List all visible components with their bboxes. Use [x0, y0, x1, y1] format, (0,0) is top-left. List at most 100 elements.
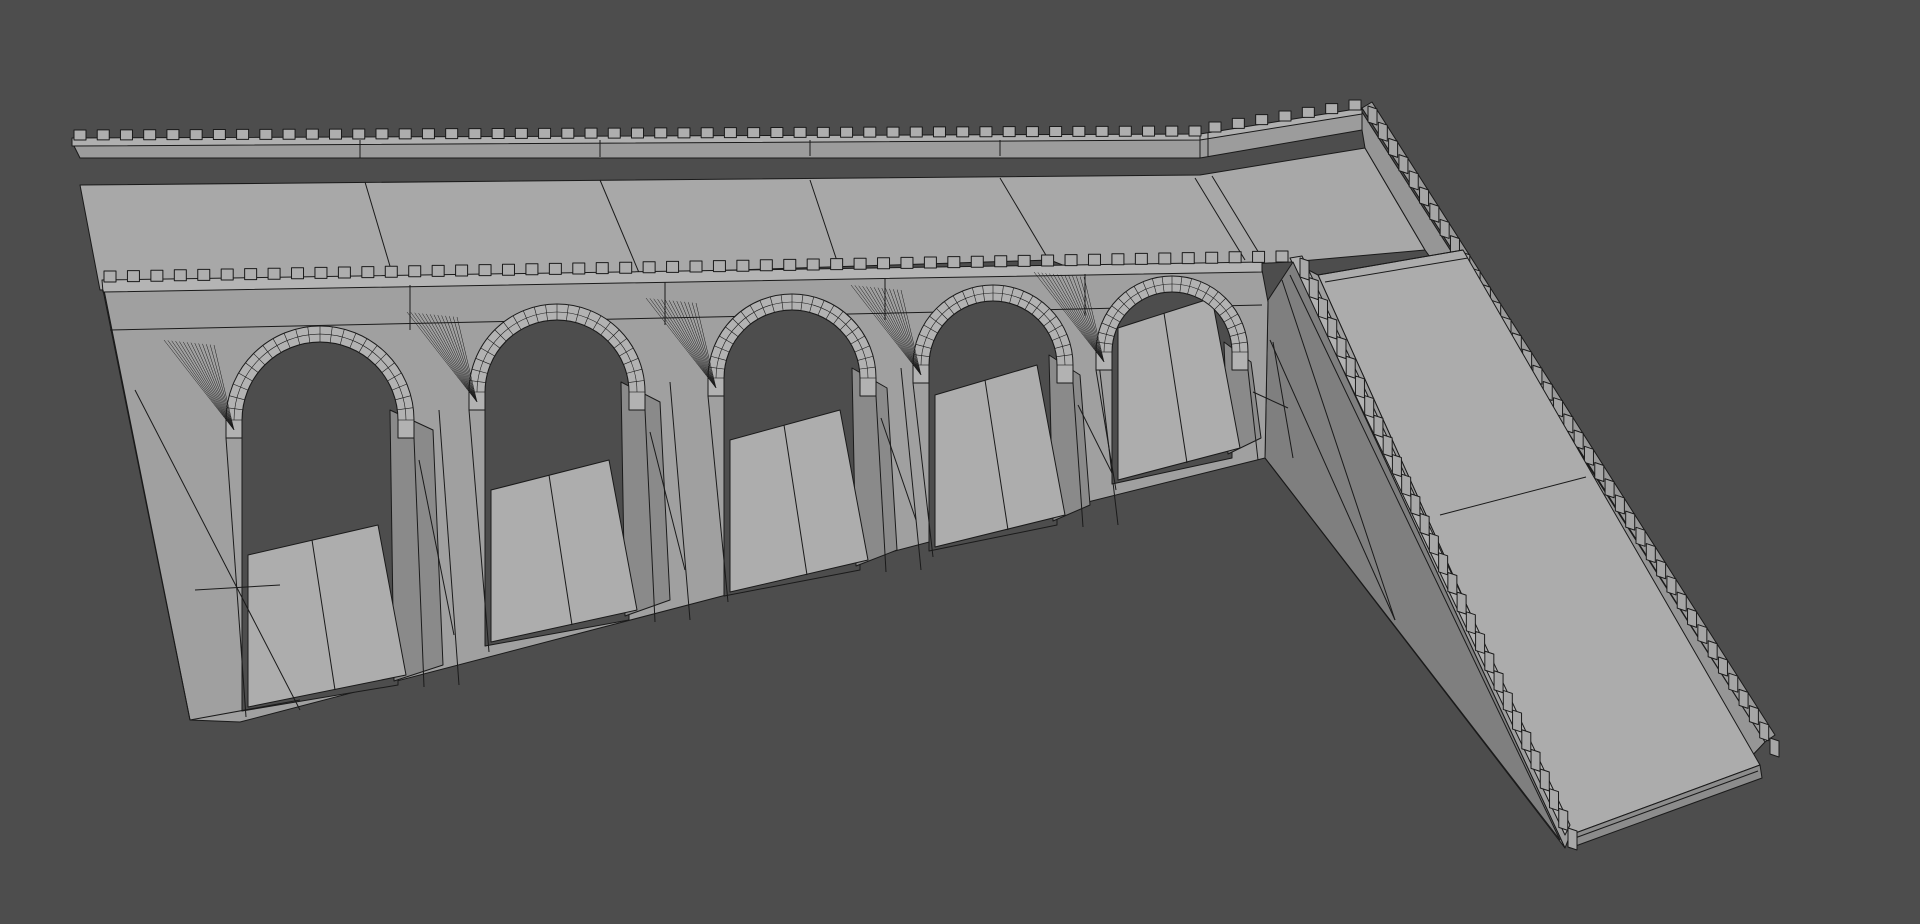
merlon: [375, 128, 389, 140]
merlon: [595, 262, 609, 275]
merlon: [956, 126, 970, 138]
merlon: [1367, 105, 1378, 126]
merlon: [514, 127, 528, 139]
merlon: [1738, 688, 1749, 709]
merlon: [455, 264, 469, 277]
merlon: [1348, 99, 1362, 111]
merlon: [793, 126, 807, 138]
merlon: [572, 262, 586, 275]
merlon: [1354, 375, 1365, 399]
merlon: [759, 259, 773, 272]
merlon: [244, 268, 258, 281]
merlon: [491, 128, 505, 139]
merlon: [1188, 125, 1202, 137]
merlon: [212, 129, 226, 140]
merlon: [1666, 575, 1677, 596]
merlon: [1656, 559, 1667, 580]
merlon: [1521, 729, 1532, 753]
merlon: [747, 127, 761, 139]
merlon: [1158, 252, 1172, 265]
merlon: [408, 265, 422, 278]
merlon: [384, 265, 398, 278]
merlon: [421, 128, 435, 140]
merlon: [1549, 788, 1560, 812]
merlon: [1438, 552, 1449, 576]
merlon: [1025, 126, 1039, 138]
merlon: [1748, 705, 1759, 726]
merlon: [806, 258, 820, 271]
merlon: [173, 269, 187, 282]
merlon: [431, 264, 445, 277]
merlon: [1502, 689, 1513, 713]
3d-viewport[interactable]: [0, 0, 1920, 924]
merlon: [1419, 186, 1430, 207]
merlon: [96, 129, 110, 141]
merlon: [1512, 709, 1523, 733]
merlon: [1465, 611, 1476, 635]
merlon: [932, 126, 946, 138]
merlon: [1208, 121, 1222, 133]
merlon: [1377, 121, 1388, 142]
merlon: [923, 256, 937, 269]
merlon: [1072, 125, 1086, 137]
merlon: [689, 260, 703, 273]
merlon: [119, 129, 133, 141]
merlon: [877, 257, 891, 270]
merlon: [1697, 624, 1708, 645]
merlon: [1111, 253, 1125, 266]
merlon: [1255, 114, 1269, 126]
merlon: [1484, 650, 1495, 674]
merlon: [1728, 672, 1739, 693]
merlon: [197, 268, 211, 281]
merlon: [282, 128, 296, 140]
merlon: [1428, 532, 1439, 556]
merlon: [886, 126, 900, 138]
merlon: [770, 127, 784, 138]
merlon: [468, 128, 482, 140]
merlon: [677, 127, 691, 139]
merlon: [584, 127, 598, 139]
merlon: [970, 255, 984, 268]
merlon: [1301, 106, 1315, 118]
3d-scene-canvas[interactable]: [0, 0, 1920, 924]
merlon: [126, 270, 140, 283]
merlon: [1707, 640, 1718, 661]
merlon: [1388, 137, 1399, 158]
merlon: [1398, 154, 1409, 175]
merlon: [1408, 170, 1419, 191]
merlon: [1041, 254, 1055, 267]
merlon: [1278, 110, 1292, 122]
merlon: [1327, 316, 1338, 340]
merlon: [1759, 721, 1770, 742]
merlon: [1493, 670, 1504, 694]
merlon: [1635, 526, 1646, 547]
merlon: [666, 260, 680, 273]
merlon: [1049, 126, 1063, 137]
merlon: [259, 128, 273, 140]
merlon: [1687, 607, 1698, 628]
merlon: [979, 126, 993, 138]
merlon: [1165, 125, 1179, 137]
merlon: [1429, 202, 1440, 223]
merlon: [1419, 513, 1430, 537]
merlon: [1087, 253, 1101, 266]
merlon: [103, 270, 117, 283]
merlon: [1456, 591, 1467, 615]
merlon: [1252, 250, 1266, 263]
merlon: [361, 266, 375, 279]
merlon: [189, 129, 203, 141]
merlon: [1558, 807, 1569, 831]
merlon: [900, 256, 914, 269]
merlon: [1364, 395, 1375, 419]
merlon: [1002, 126, 1016, 138]
merlon: [1391, 454, 1402, 478]
merlon: [723, 127, 737, 139]
merlon: [830, 258, 844, 271]
merlon: [947, 256, 961, 269]
merlon: [1769, 737, 1780, 758]
merlon: [1345, 355, 1356, 379]
merlon: [631, 127, 644, 139]
merlon: [1373, 414, 1384, 438]
merlon: [329, 128, 343, 140]
merlon: [1317, 296, 1328, 320]
